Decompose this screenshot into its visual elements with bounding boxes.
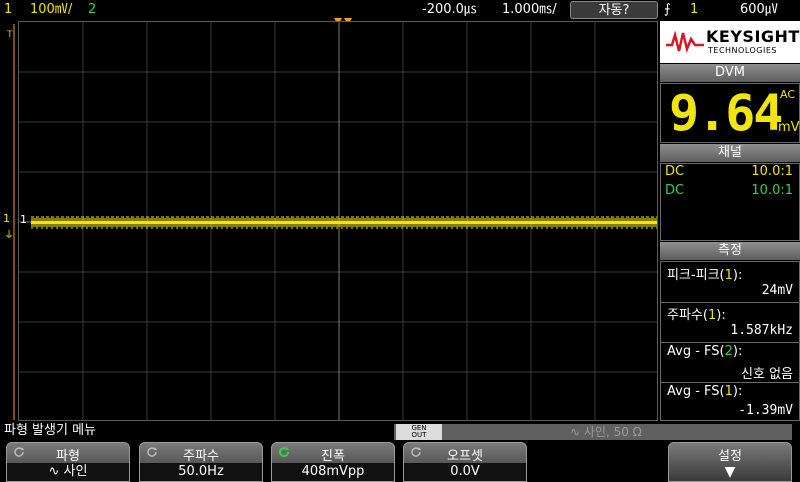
channel1-trace-label: 1: [20, 213, 27, 226]
meas2-value: 1.587kHz: [730, 323, 793, 338]
channel2-number[interactable]: 2: [88, 2, 96, 18]
softkey-frequency-value: 50.0Hz: [140, 463, 262, 481]
softkey-frequency[interactable]: 주파수 50.0Hz: [139, 442, 263, 482]
trigger-level[interactable]: 600㎶: [740, 2, 778, 18]
trigger-mode-button[interactable]: 자동?: [570, 1, 658, 19]
channel2-probe: 10.0:1: [751, 183, 793, 198]
meas4-value: -1.39mV: [738, 403, 793, 418]
delay-readout[interactable]: -200.0㎲: [422, 2, 477, 18]
status-bar: 1 100㎷/ 2 -200.0㎲ 1.000㎳/ 자동? ⨍ 1 600㎶: [0, 0, 800, 21]
channel1-ground-marker[interactable]: 1: [3, 212, 10, 225]
sine-wave-icon: ∿: [570, 425, 581, 439]
channels-box: DC 10.0:1 DC 10.0:1: [660, 163, 800, 241]
gen-out-indicator: GEN OUT: [396, 424, 442, 440]
trigger-slope-icon: ⨍: [664, 2, 671, 17]
softkey-amplitude-label: 진폭: [321, 449, 345, 464]
softkey-settings-label: 설정: [718, 449, 742, 464]
measurements-box: 피크-피크(1): 24mV 주파수(1): 1.587kHz Avg - FS…: [660, 261, 800, 421]
dvm-unit: mV: [778, 120, 800, 135]
channel2-coupling: DC: [665, 183, 685, 198]
channel1-probe: 10.0:1: [751, 164, 793, 179]
dvm-mode: AC: [780, 88, 796, 101]
trigger-source[interactable]: 1: [690, 2, 698, 18]
softkey-waveform[interactable]: 파형 ∿ 사인: [6, 442, 130, 482]
measurements-header[interactable]: 측정: [660, 242, 800, 260]
meas1-value: 24mV: [761, 283, 793, 298]
menu-title: 파형 발생기 메뉴: [4, 423, 96, 438]
meas1-label: 피크-피크(1):: [667, 268, 743, 283]
sine-wave-icon: ∿: [48, 464, 64, 479]
side-panel: KEYSIGHT TECHNOLOGIES DVM 9.64 AC mV 채널 …: [660, 21, 800, 421]
channels-header[interactable]: 채널: [660, 144, 800, 162]
softkey-amplitude-value: 408mVpp: [272, 463, 394, 481]
softkey-settings[interactable]: 설정 ▼: [668, 442, 792, 482]
dvm-box: 9.64 AC mV: [660, 83, 800, 143]
dvm-value: 9.64: [669, 84, 783, 142]
meas2-label: 주파수(1):: [667, 308, 726, 323]
softkey-offset[interactable]: 오프셋 0.0V: [403, 442, 527, 482]
generator-summary: ∿ 사인, 50 Ω: [570, 425, 642, 439]
brand-subtitle: TECHNOLOGIES: [708, 46, 777, 55]
meas4-label: Avg - FS(1):: [667, 384, 743, 399]
meas3-label: Avg - FS(2):: [667, 344, 743, 359]
waveform-graticule[interactable]: [18, 21, 658, 421]
dvm-header[interactable]: DVM: [660, 64, 800, 82]
softkey-frequency-label: 주파수: [183, 449, 219, 464]
channel1-scale[interactable]: 100㎷/: [30, 2, 72, 18]
softkey-offset-label: 오프셋: [447, 449, 483, 464]
brand-name: KEYSIGHT: [706, 27, 800, 46]
timebase-readout[interactable]: 1.000㎳/: [502, 2, 557, 18]
channel1-number[interactable]: 1: [4, 2, 12, 18]
softkey-waveform-value: ∿ 사인: [7, 463, 129, 481]
softkey-amplitude[interactable]: 진폭 408mVpp: [271, 442, 395, 482]
trigger-level-line: [13, 24, 15, 420]
brand-logo: KEYSIGHT TECHNOLOGIES: [660, 21, 800, 63]
graticule-lines: [19, 22, 657, 420]
meas3-value: 신호 없음: [741, 367, 793, 382]
softkey-waveform-label: 파형: [56, 449, 80, 464]
softkey-offset-value: 0.0V: [404, 463, 526, 481]
channel1-coupling: DC: [665, 164, 685, 179]
submenu-arrow-icon: ▼: [724, 464, 736, 480]
keysight-wave-icon: [666, 31, 704, 53]
